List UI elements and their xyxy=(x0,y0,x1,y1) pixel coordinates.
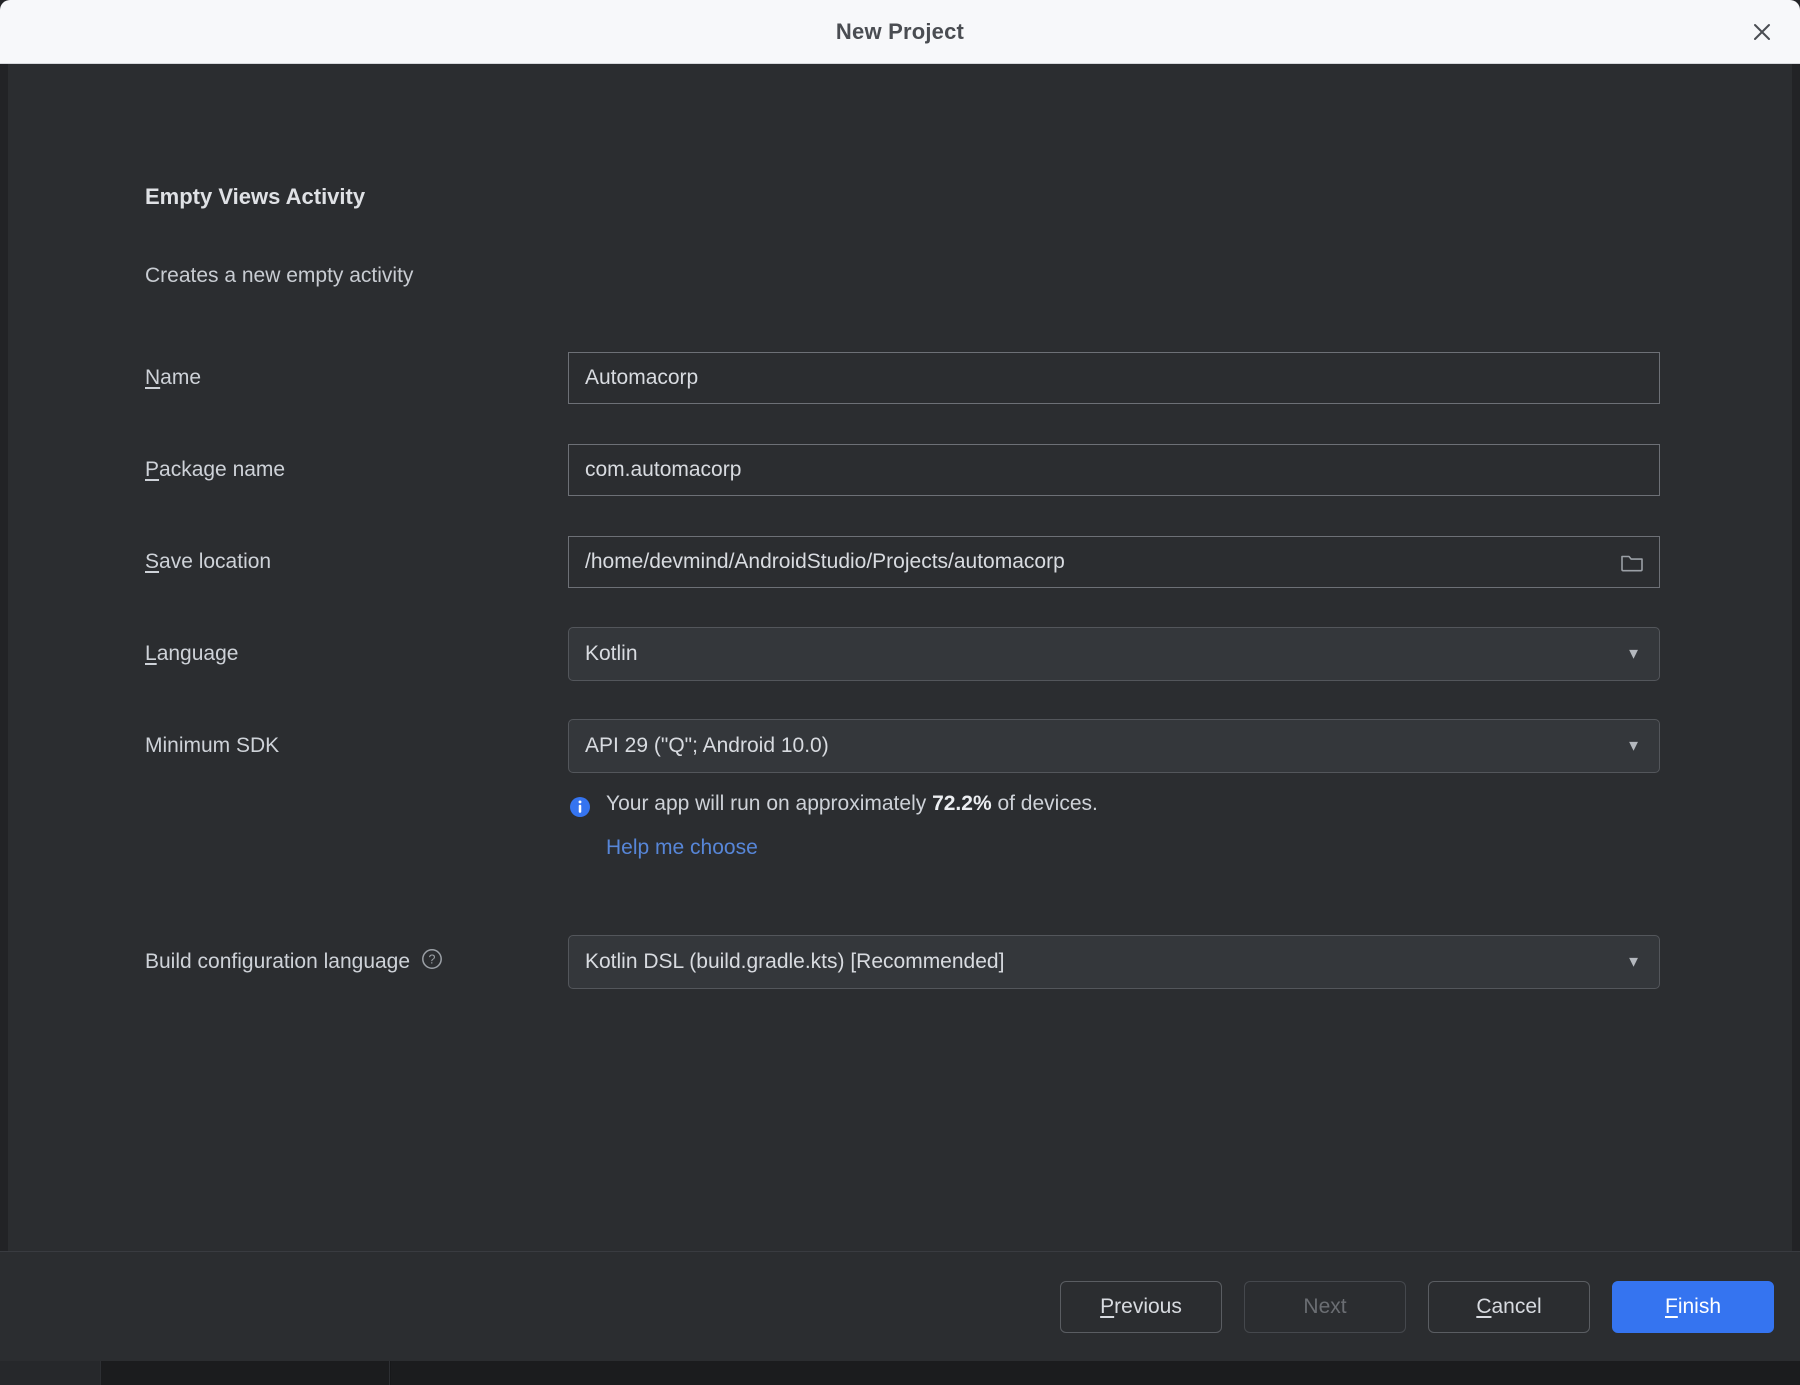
dialog-body: Empty Views Activity Creates a new empty… xyxy=(8,64,1792,1251)
cancel-button-rest: ancel xyxy=(1491,1294,1542,1318)
language-label-mnemonic: L xyxy=(145,642,157,665)
chevron-down-icon: ▼ xyxy=(1626,953,1641,971)
previous-button-mnemonic: P xyxy=(1100,1294,1115,1318)
sdk-info-percent: 72.2% xyxy=(932,792,992,815)
next-button-label: Next xyxy=(1303,1294,1347,1318)
next-button: Next xyxy=(1244,1280,1406,1333)
sdk-info-text-before: Your app will run on approximately xyxy=(606,792,933,815)
package-name-input-value: com.automacorp xyxy=(585,458,742,481)
cancel-button-mnemonic: C xyxy=(1476,1294,1492,1318)
page-subtitle: Creates a new empty activity xyxy=(145,264,414,287)
package-name-label: Package name xyxy=(145,458,285,482)
sdk-info-text-after: of devices. xyxy=(991,792,1098,815)
previous-button-rest: revious xyxy=(1114,1294,1182,1318)
name-label: Name xyxy=(145,366,201,390)
form-row-language: Language Kotlin ▼ xyxy=(8,608,1792,700)
help-icon[interactable]: ? xyxy=(420,947,444,977)
save-location-input[interactable]: /home/devmind/AndroidStudio/Projects/aut… xyxy=(568,536,1660,588)
desktop-taskbar-left xyxy=(0,1361,100,1385)
finish-button[interactable]: Finish xyxy=(1612,1280,1774,1333)
package-name-input[interactable]: com.automacorp xyxy=(568,444,1660,496)
finish-button-rest: inish xyxy=(1677,1294,1722,1318)
name-field-wrap: Automacorp xyxy=(568,352,1660,404)
build-config-language-dropdown-value: Kotlin DSL (build.gradle.kts) [Recommend… xyxy=(585,950,1005,973)
form-row-minimum-sdk: Minimum SDK API 29 ("Q"; Android 10.0) ▼ xyxy=(8,700,1792,792)
sdk-info-text: Your app will run on approximately 72.2%… xyxy=(606,792,1098,816)
save-location-label-rest: ave location xyxy=(159,550,272,573)
dialog-titlebar: New Project xyxy=(0,0,1800,64)
project-form: Name Automacorp Package name com.automac… xyxy=(8,332,1792,1008)
package-name-label-rest: ackage name xyxy=(159,458,286,481)
language-dropdown[interactable]: Kotlin ▼ xyxy=(568,627,1660,681)
sdk-info-block: Your app will run on approximately 72.2%… xyxy=(568,792,1668,860)
minimum-sdk-label-text: Minimum SDK xyxy=(145,734,280,757)
build-config-language-label-text: Build configuration language xyxy=(145,950,411,973)
minimum-sdk-label: Minimum SDK xyxy=(145,734,279,758)
desktop-taskbar-middle xyxy=(100,1361,390,1385)
form-row-save-location: Save location /home/devmind/AndroidStudi… xyxy=(8,516,1792,608)
new-project-dialog: New Project Empty Views Activity Creates… xyxy=(0,0,1800,1361)
svg-text:?: ? xyxy=(429,953,436,967)
language-dropdown-value: Kotlin xyxy=(585,642,638,665)
minimum-sdk-field-wrap: API 29 ("Q"; Android 10.0) ▼ xyxy=(568,719,1660,773)
cancel-button[interactable]: Cancel xyxy=(1428,1280,1590,1333)
minimum-sdk-dropdown-value: API 29 ("Q"; Android 10.0) xyxy=(585,734,829,757)
form-row-name: Name Automacorp xyxy=(8,332,1792,424)
save-location-label: Save location xyxy=(145,550,271,574)
folder-icon[interactable] xyxy=(1619,549,1645,575)
finish-button-mnemonic: F xyxy=(1664,1294,1678,1318)
form-row-package-name: Package name com.automacorp xyxy=(8,424,1792,516)
package-name-label-mnemonic: P xyxy=(145,458,160,481)
build-config-language-label: Build configuration language ? xyxy=(145,947,444,977)
chevron-down-icon: ▼ xyxy=(1626,737,1641,755)
minimum-sdk-dropdown[interactable]: API 29 ("Q"; Android 10.0) ▼ xyxy=(568,719,1660,773)
build-config-language-dropdown[interactable]: Kotlin DSL (build.gradle.kts) [Recommend… xyxy=(568,935,1660,989)
chevron-down-icon: ▼ xyxy=(1626,645,1641,663)
name-input[interactable]: Automacorp xyxy=(568,352,1660,404)
language-label-rest: anguage xyxy=(156,642,239,665)
language-field-wrap: Kotlin ▼ xyxy=(568,627,1660,681)
dialog-title: New Project xyxy=(835,18,965,44)
build-config-language-field-wrap: Kotlin DSL (build.gradle.kts) [Recommend… xyxy=(568,935,1660,989)
desktop-taskbar-right xyxy=(391,1361,1800,1385)
form-row-build-config-language: Build configuration language ? Kotlin DS… xyxy=(8,916,1792,1008)
previous-button[interactable]: Previous xyxy=(1060,1280,1222,1333)
page-title: Empty Views Activity xyxy=(145,184,366,209)
close-icon[interactable] xyxy=(1742,12,1782,52)
sdk-info-line: Your app will run on approximately 72.2%… xyxy=(568,792,1668,824)
name-input-value: Automacorp xyxy=(585,366,699,389)
language-label: Language xyxy=(145,642,238,666)
name-label-mnemonic: N xyxy=(145,366,161,389)
package-name-field-wrap: com.automacorp xyxy=(568,444,1660,496)
save-location-label-mnemonic: S xyxy=(145,550,160,573)
dialog-footer: Previous Next Cancel Finish xyxy=(0,1251,1800,1361)
name-label-rest: ame xyxy=(160,366,202,389)
help-me-choose-link[interactable]: Help me choose xyxy=(606,836,758,860)
info-icon xyxy=(568,795,592,824)
save-location-field-wrap: /home/devmind/AndroidStudio/Projects/aut… xyxy=(568,536,1660,588)
save-location-input-value: /home/devmind/AndroidStudio/Projects/aut… xyxy=(585,550,1065,573)
